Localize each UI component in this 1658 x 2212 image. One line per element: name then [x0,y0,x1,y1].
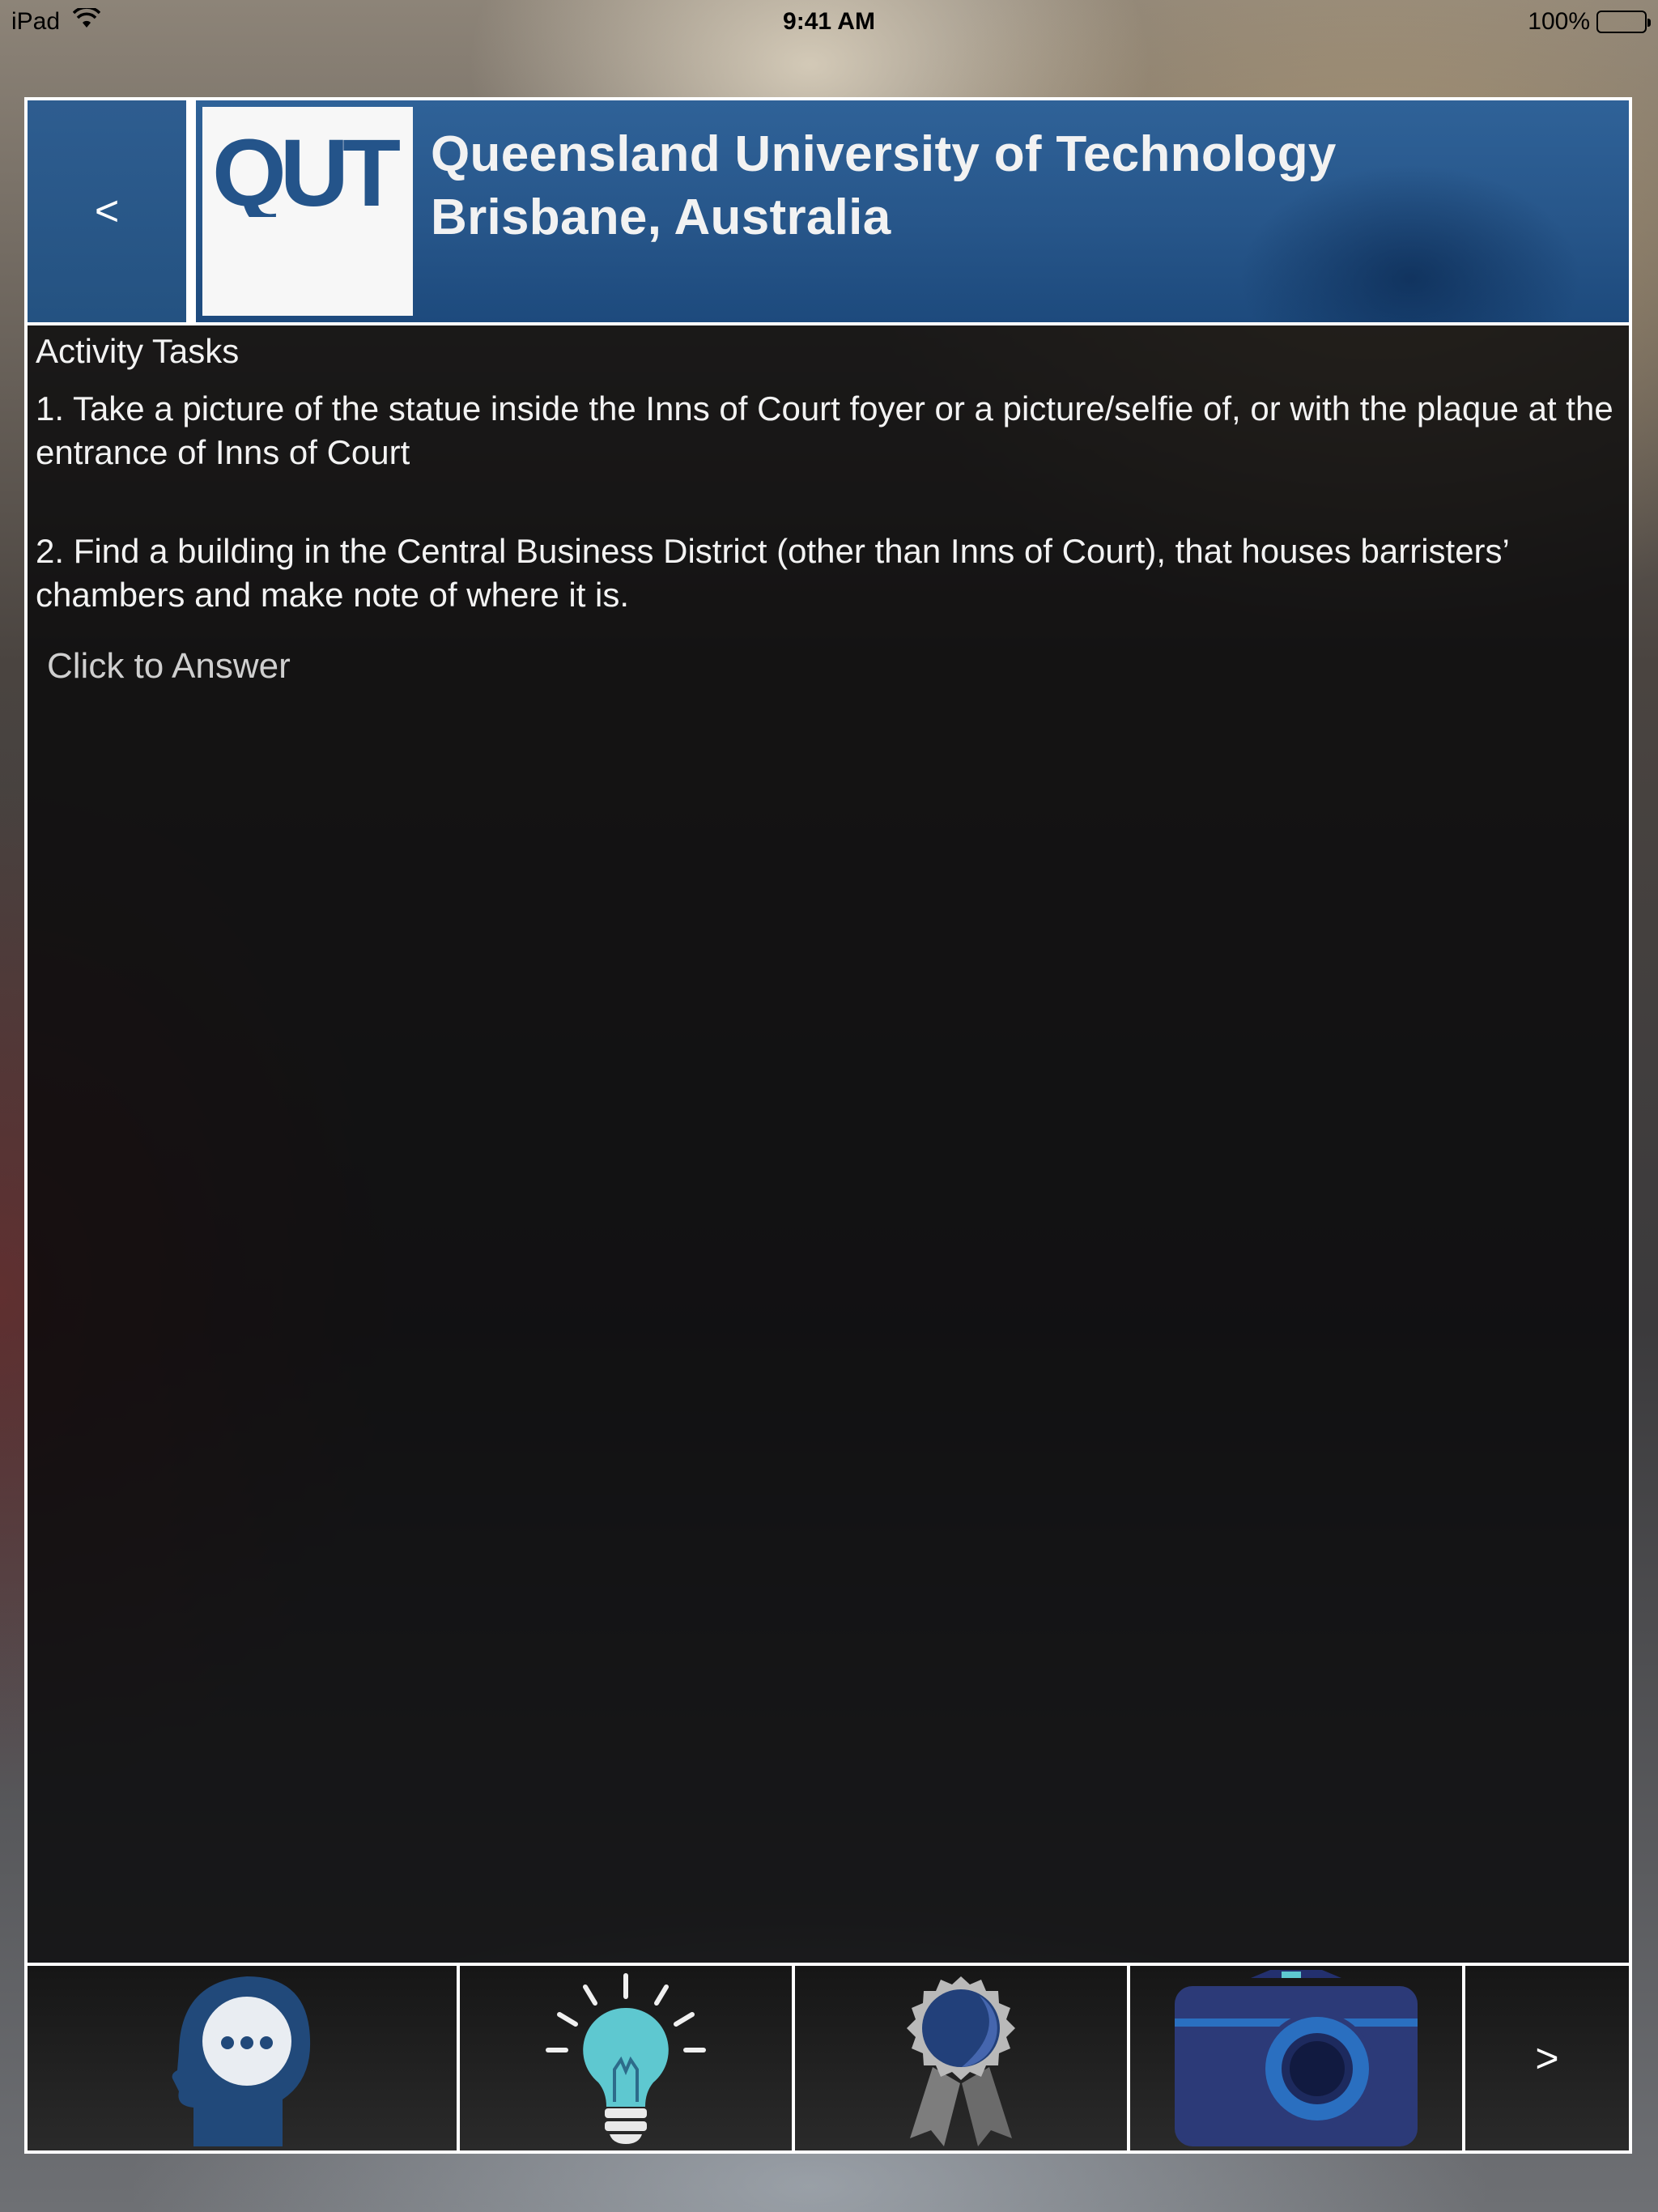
university-banner: QUT Queensland University of Technology … [191,100,1629,322]
qut-logo: QUT [202,107,413,316]
toolbar-button-think[interactable] [28,1966,460,2150]
lightbulb-icon [546,1973,706,2144]
back-button[interactable]: < [28,100,191,322]
battery-icon [1596,11,1651,33]
header: < QUT Queensland University of Technolog… [28,100,1629,325]
toolbar-button-award[interactable] [795,1966,1130,2150]
clock: 9:41 AM [783,8,875,35]
bottom-toolbar: > [28,1963,1629,2150]
activity-content: Activity Tasks 1. Take a picture of the … [36,327,1622,687]
camera-icon [1175,1970,1418,2146]
status-bar: iPad 9:41 AM 100% [0,0,1658,45]
toolbar-button-idea[interactable] [460,1966,795,2150]
qut-logo-icon: QUT [212,128,406,217]
task-1: 1. Take a picture of the statue inside t… [36,389,1613,471]
award-ribbon-icon [907,1976,1015,2146]
battery-percent: 100% [1528,8,1590,35]
section-title: Activity Tasks [36,332,240,370]
next-button[interactable]: > [1465,1966,1629,2150]
toolbar-button-camera[interactable] [1130,1966,1465,2150]
logo-text: QUT [212,128,400,217]
banner-title-line2: Brisbane, Australia [431,189,891,245]
task-2: 2. Find a building in the Central Busine… [36,532,1509,614]
banner-title-line1: Queensland University of Technology [431,126,1337,182]
thinking-head-icon [172,1976,311,2146]
banner-title: Queensland University of Technology Bris… [431,123,1337,249]
status-right: 100% [1528,8,1651,36]
click-to-answer-link[interactable]: Click to Answer [47,646,291,687]
main-panel: < QUT Queensland University of Technolog… [24,97,1632,2154]
